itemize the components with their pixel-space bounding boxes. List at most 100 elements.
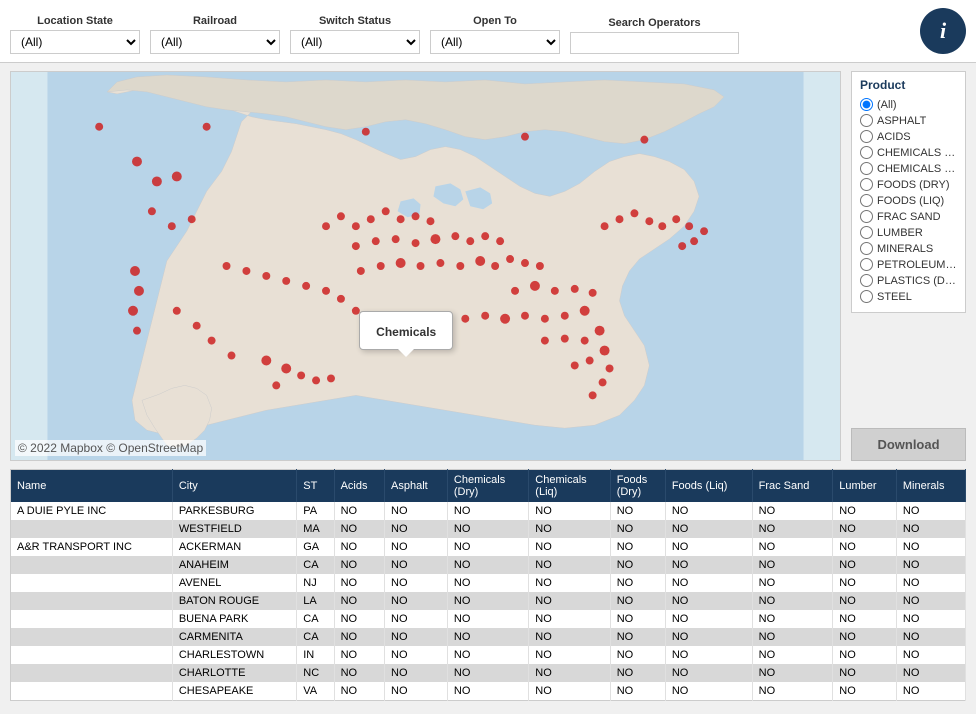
location-state-select[interactable]: (All) (10, 30, 140, 54)
product-radio-label: CHEMICALS (D... (877, 147, 957, 159)
table-cell-2: NJ (297, 574, 334, 592)
table-row: CHARLOTTENCNONONONONONONONONO (11, 664, 966, 682)
railroad-filter: Railroad (All) (150, 15, 280, 54)
product-radio-input[interactable] (860, 162, 873, 175)
table-cell-5: NO (447, 610, 528, 628)
table-cell-2: NC (297, 664, 334, 682)
product-radio-input[interactable] (860, 226, 873, 239)
product-radio-item[interactable]: LUMBER (860, 226, 957, 239)
table-cell-3: NO (334, 520, 384, 538)
table-cell-9: NO (752, 610, 833, 628)
product-radio-input[interactable] (860, 114, 873, 127)
table-cell-4: NO (385, 610, 448, 628)
open-to-select[interactable]: (All) (430, 30, 560, 54)
data-table: Name City ST Acids Asphalt Chemicals(Dry… (10, 469, 966, 701)
col-asphalt: Asphalt (385, 470, 448, 503)
table-cell-9: NO (752, 628, 833, 646)
product-radio-input[interactable] (860, 194, 873, 207)
table-cell-6: NO (529, 646, 610, 664)
table-cell-8: NO (665, 628, 752, 646)
product-radio-label: LUMBER (877, 227, 923, 239)
table-cell-1: PARKESBURG (172, 502, 296, 520)
product-radio-input[interactable] (860, 210, 873, 223)
table-cell-0 (11, 574, 173, 592)
table-cell-5: NO (447, 592, 528, 610)
product-radio-input[interactable] (860, 258, 873, 271)
table-cell-10: NO (833, 610, 897, 628)
table-cell-9: NO (752, 574, 833, 592)
map-area: Chemicals © 2022 Mapbox © OpenStreetMap (10, 71, 841, 461)
product-radio-item[interactable]: CHEMICALS (Li... (860, 162, 957, 175)
product-radio-item[interactable]: ASPHALT (860, 114, 957, 127)
table-cell-2: CA (297, 628, 334, 646)
table-cell-3: NO (334, 610, 384, 628)
table-cell-5: NO (447, 538, 528, 556)
col-lumber: Lumber (833, 470, 897, 503)
download-button[interactable]: Download (851, 428, 966, 461)
product-radio-input[interactable] (860, 98, 873, 111)
product-radio-input[interactable] (860, 290, 873, 303)
product-radio-group: (All) ASPHALT ACIDS CHEMICALS (D... CHEMICAL… (860, 98, 957, 303)
product-radio-item[interactable]: FOODS (DRY) (860, 178, 957, 191)
table-cell-3: NO (334, 502, 384, 520)
table-cell-11: NO (896, 556, 965, 574)
table-cell-4: NO (385, 646, 448, 664)
switch-status-select[interactable]: (All) (290, 30, 420, 54)
table-cell-11: NO (896, 646, 965, 664)
product-radio-label: FOODS (DRY) (877, 179, 950, 191)
table-cell-10: NO (833, 646, 897, 664)
table-cell-10: NO (833, 628, 897, 646)
product-radio-input[interactable] (860, 146, 873, 159)
table-cell-8: NO (665, 682, 752, 701)
col-foods-liq: Foods (Liq) (665, 470, 752, 503)
product-radio-item[interactable]: (All) (860, 98, 957, 111)
main-content: Chemicals © 2022 Mapbox © OpenStreetMap … (0, 63, 976, 469)
table-row: A&R TRANSPORT INCACKERMANGANONONONONONON… (11, 538, 966, 556)
location-state-filter: Location State (All) (10, 15, 140, 54)
map-popup: Chemicals (359, 311, 453, 350)
product-radio-item[interactable]: FOODS (LIQ) (860, 194, 957, 207)
map-container[interactable]: Chemicals © 2022 Mapbox © OpenStreetMap (10, 71, 841, 461)
table-row: BUENA PARKCANONONONONONONONONO (11, 610, 966, 628)
table-cell-9: NO (752, 682, 833, 701)
search-operators-input[interactable] (570, 32, 739, 54)
table-cell-6: NO (529, 592, 610, 610)
product-radio-item[interactable]: PLASTICS (DRY) (860, 274, 957, 287)
table-cell-6: NO (529, 628, 610, 646)
open-to-filter: Open To (All) (430, 15, 560, 54)
info-button[interactable]: i (920, 8, 966, 54)
table-cell-4: NO (385, 556, 448, 574)
table-cell-9: NO (752, 502, 833, 520)
table-cell-7: NO (610, 664, 665, 682)
table-cell-3: NO (334, 574, 384, 592)
table-cell-7: NO (610, 628, 665, 646)
table-cell-0 (11, 610, 173, 628)
table-cell-11: NO (896, 502, 965, 520)
table-cell-0 (11, 664, 173, 682)
switch-status-filter: Switch Status (All) (290, 15, 420, 54)
product-radio-item[interactable]: ACIDS (860, 130, 957, 143)
table-cell-6: NO (529, 502, 610, 520)
railroad-select[interactable]: (All) (150, 30, 280, 54)
product-radio-input[interactable] (860, 130, 873, 143)
product-radio-item[interactable]: PETROLEUM P... (860, 258, 957, 271)
search-operators-label: Search Operators (570, 17, 739, 29)
table-cell-6: NO (529, 664, 610, 682)
col-minerals: Minerals (896, 470, 965, 503)
product-radio-input[interactable] (860, 242, 873, 255)
table-cell-9: NO (752, 538, 833, 556)
table-cell-1: ACKERMAN (172, 538, 296, 556)
product-radio-item[interactable]: CHEMICALS (D... (860, 146, 957, 159)
product-radio-input[interactable] (860, 274, 873, 287)
table-cell-4: NO (385, 538, 448, 556)
product-radio-input[interactable] (860, 178, 873, 191)
product-radio-item[interactable]: FRAC SAND (860, 210, 957, 223)
table-cell-5: NO (447, 646, 528, 664)
product-radio-item[interactable]: MINERALS (860, 242, 957, 255)
product-radio-item[interactable]: STEEL (860, 290, 957, 303)
filter-bar: Location State (All) Railroad (All) Swit… (0, 0, 976, 63)
table-cell-10: NO (833, 538, 897, 556)
table-cell-7: NO (610, 646, 665, 664)
table-cell-7: NO (610, 502, 665, 520)
table-cell-3: NO (334, 664, 384, 682)
